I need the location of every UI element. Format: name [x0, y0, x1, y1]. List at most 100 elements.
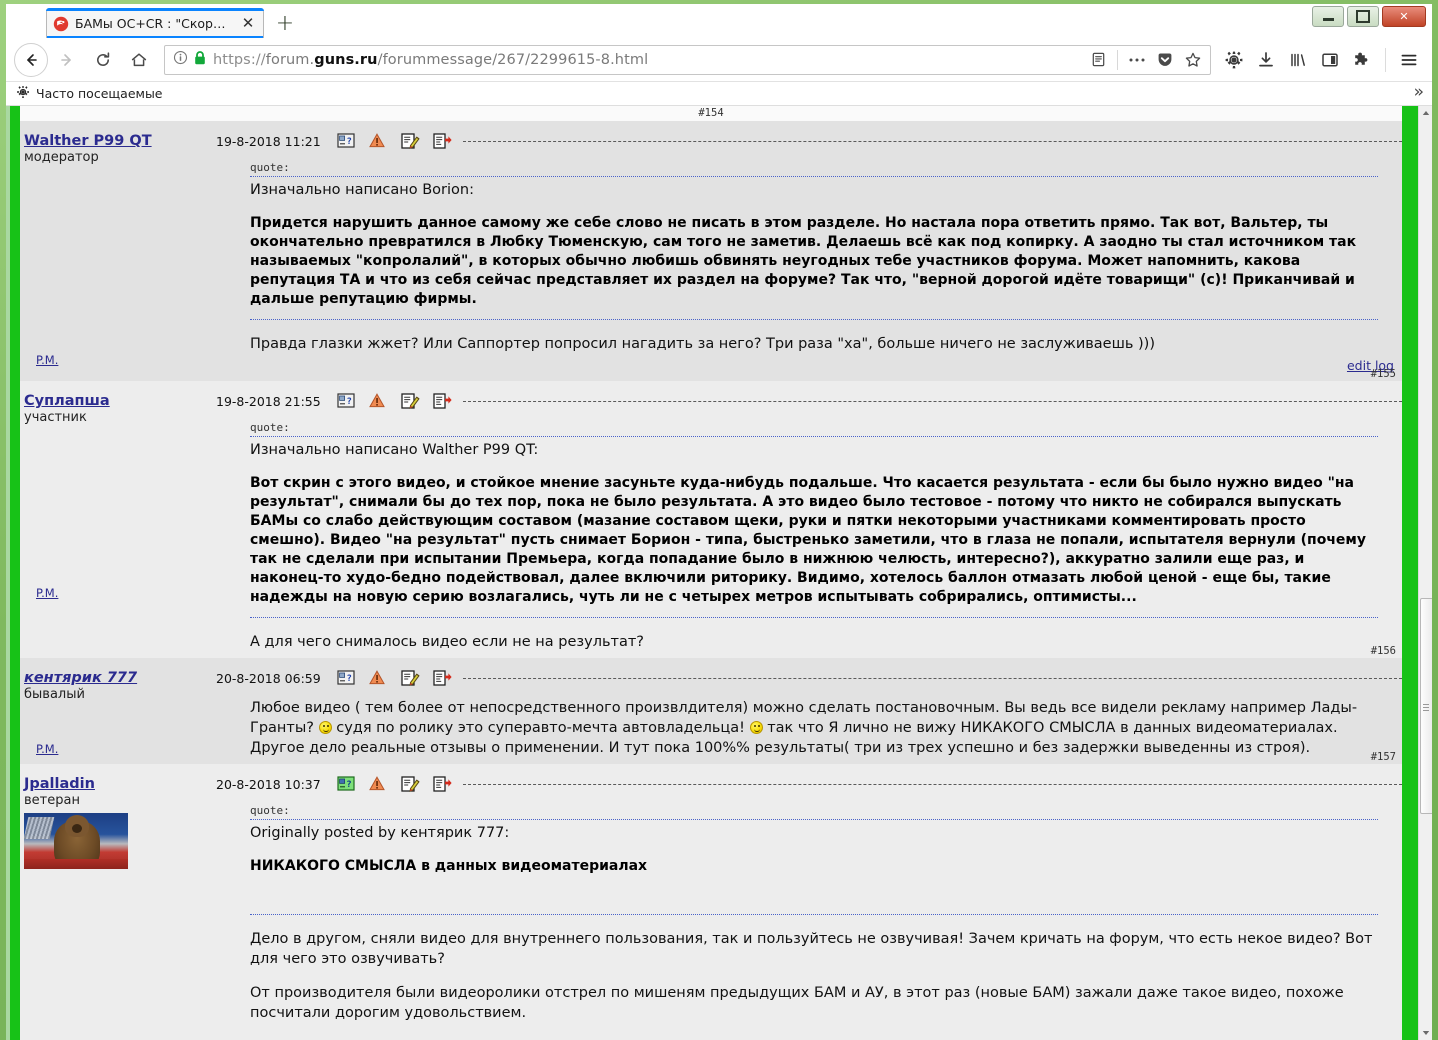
reader-view-icon[interactable]	[1085, 47, 1111, 73]
post-paragraph: От производителя были видеоролики отстре…	[250, 985, 1344, 1021]
post-author-column: Суплапша участник P.M.	[20, 381, 210, 658]
post-action-icons: ?	[331, 393, 463, 409]
quote-reply-icon[interactable]	[433, 776, 452, 792]
post-anchor-bar: #154	[20, 106, 1402, 121]
scroll-up-arrow-icon[interactable]	[1419, 106, 1432, 120]
user-profile-icon[interactable]: ?	[337, 133, 355, 149]
author-rank: участник	[24, 410, 87, 425]
close-window-button[interactable]: ✕	[1382, 6, 1426, 27]
user-profile-icon[interactable]: ?	[337, 670, 355, 686]
scrollbar-grip-icon	[1423, 702, 1429, 711]
report-warning-icon[interactable]	[368, 133, 387, 149]
author-name-link[interactable]: кентярик 777	[24, 670, 137, 686]
browser-tab-active[interactable]: БАМы ОС+CR : "Скорпион" и ✕	[46, 8, 264, 38]
smiley-icon	[318, 721, 332, 734]
bookmark-star-icon[interactable]	[1180, 47, 1206, 73]
edit-post-icon[interactable]	[401, 393, 420, 409]
bookmarks-toolbar: Часто посещаемые	[6, 82, 1432, 106]
page-scrollbar[interactable]	[1418, 106, 1432, 1040]
quote-text: Вот скрин с этого видео, и стойкое мнени…	[250, 474, 1378, 618]
tab-strip: БАМы ОС+CR : "Скорпион" и ✕ + ✕	[6, 4, 1432, 38]
private-message-link[interactable]: P.M.	[36, 586, 58, 600]
quote-block: quote: Originally posted by кентярик 777…	[250, 804, 1384, 915]
library-icon[interactable]	[1283, 45, 1313, 75]
forum-thread: #154 Walther P99 QT модератор P.M. 19-8-…	[20, 106, 1402, 1040]
quote-reply-icon[interactable]	[433, 393, 452, 409]
author-name-link[interactable]: Суплапша	[24, 393, 110, 409]
maximize-window-button[interactable]	[1347, 6, 1379, 27]
author-name-link[interactable]: Jpalladin	[24, 776, 95, 792]
reload-button[interactable]	[86, 43, 120, 77]
padlock-icon[interactable]	[193, 50, 207, 70]
url-text[interactable]: https://forum.guns.ru/forummessage/267/2…	[213, 52, 1079, 68]
quote-text: Придется нарушить данное самому же себе …	[250, 214, 1378, 320]
post-date: 19-8-2018 11:21	[216, 133, 321, 149]
bookmark-most-visited[interactable]: Часто посещаемые	[12, 83, 167, 104]
scrollbar-thumb[interactable]	[1420, 598, 1432, 814]
report-warning-icon[interactable]	[368, 776, 387, 792]
post-meta-row: 20-8-2018 10:37 ?	[210, 764, 1402, 796]
author-rank: ветеран	[24, 793, 80, 808]
quote-reply-icon[interactable]	[433, 133, 452, 149]
back-button[interactable]	[14, 42, 48, 77]
edit-post-icon[interactable]	[401, 776, 420, 792]
address-bar[interactable]: https://forum.guns.ru/forummessage/267/2…	[164, 44, 1211, 75]
post-author-column: Jpalladin ветеран	[20, 764, 210, 1040]
hamburger-menu-icon[interactable]	[1394, 45, 1424, 75]
active-tab-indicator	[46, 8, 264, 11]
post-meta-divider	[462, 141, 1402, 143]
report-warning-icon[interactable]	[368, 393, 387, 409]
desktop-background: БАМы ОС+CR : "Скорпион" и ✕ + ✕	[0, 0, 1438, 1040]
author-name-link[interactable]: Walther P99 QT	[24, 133, 152, 149]
extension-puzzle-icon[interactable]	[1347, 45, 1377, 75]
post-meta-divider	[462, 678, 1402, 680]
browser-tab-title: БАМы ОС+CR : "Скорпион" и	[75, 16, 233, 31]
post-paragraph-rich: Любое видео ( тем более от непосредствен…	[250, 700, 1358, 756]
edit-post-icon[interactable]	[401, 133, 420, 149]
user-profile-icon[interactable]: ?	[337, 393, 355, 409]
sidebar-icon[interactable]	[1315, 45, 1345, 75]
post-body: quote: Изначально написано Walther P99 Q…	[210, 421, 1402, 652]
minimize-window-button[interactable]	[1312, 6, 1344, 27]
bear-russian-flag-avatar	[24, 813, 128, 869]
pocket-icon[interactable]	[1152, 47, 1178, 73]
post-meta-row: 19-8-2018 11:21 ?	[210, 121, 1402, 153]
forum-post: кентярик 777 бывалый P.M. 20-8-2018 06:5…	[20, 658, 1402, 764]
page-actions-ellipsis-icon[interactable]	[1124, 47, 1150, 73]
report-warning-icon[interactable]	[368, 670, 387, 686]
edit-log-link[interactable]: edit log	[210, 354, 1402, 375]
post-body: Любое видео ( тем более от непосредствен…	[210, 698, 1402, 758]
site-identity-block[interactable]	[169, 50, 207, 70]
page-viewport: #154 Walther P99 QT модератор P.M. 19-8-…	[6, 106, 1432, 1040]
private-message-link[interactable]: P.M.	[36, 742, 58, 756]
post-author-column: кентярик 777 бывалый P.M.	[20, 658, 210, 764]
quote-label: quote:	[250, 804, 1378, 820]
post-meta-row: 20-8-2018 06:59 ?	[210, 658, 1402, 690]
quote-attribution: Originally posted by кентярик 777:	[250, 825, 510, 841]
quote-reply-icon[interactable]	[433, 670, 452, 686]
forward-button[interactable]	[50, 43, 84, 77]
post-body: quote: Originally posted by кентярик 777…	[210, 804, 1402, 1040]
private-message-link[interactable]: P.M.	[36, 353, 58, 367]
post-content-column: 19-8-2018 11:21 ? quote: Изначально напи…	[210, 121, 1402, 381]
svg-text:?: ?	[346, 397, 351, 407]
quote-label: quote:	[250, 161, 1378, 177]
user-profile-icon-green[interactable]: ?	[337, 776, 355, 792]
quote-block: quote: Изначально написано Borion: Приде…	[250, 161, 1384, 320]
new-tab-button[interactable]: +	[272, 12, 298, 36]
edit-post-icon[interactable]	[401, 670, 420, 686]
bookmarks-overflow-icon[interactable]: »	[1414, 84, 1424, 101]
home-button[interactable]	[122, 43, 156, 77]
post-paragraph: А для чего снималось видео если не на ре…	[250, 634, 644, 650]
gear-settings-icon[interactable]	[1219, 45, 1249, 75]
quote-text: НИКАКОГО СМЫСЛА в данных видеоматериалах	[250, 857, 1378, 915]
url-domain-prefix: forum.	[265, 51, 315, 68]
svg-text:?: ?	[346, 674, 351, 684]
scroll-down-arrow-icon[interactable]	[1419, 1026, 1432, 1040]
author-rank: модератор	[24, 150, 99, 165]
close-tab-icon[interactable]: ✕	[239, 15, 257, 33]
downloads-icon[interactable]	[1251, 45, 1281, 75]
post-number: #155	[1370, 368, 1396, 380]
post-author-column: Walther P99 QT модератор P.M.	[20, 121, 210, 381]
info-circle-icon[interactable]	[173, 50, 188, 69]
